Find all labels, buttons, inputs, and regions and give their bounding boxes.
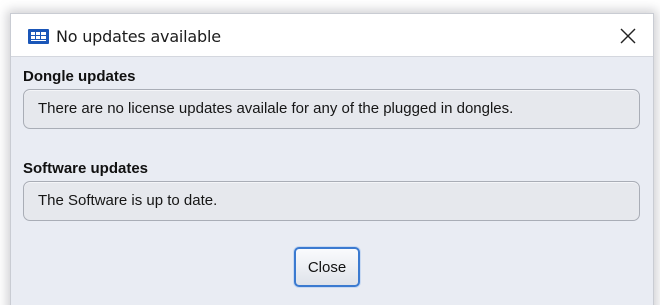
application-icon [28, 29, 49, 44]
screenshot-stage: No updates available Dongle updates Ther… [0, 0, 660, 305]
dongle-updates-message: There are no license updates availale fo… [38, 100, 514, 117]
software-updates-message: The Software is up to date. [38, 192, 218, 209]
close-icon[interactable] [617, 25, 639, 47]
software-updates-panel: The Software is up to date. [23, 181, 640, 221]
dongle-updates-panel: There are no license updates availale fo… [23, 89, 640, 129]
dongle-updates-heading: Dongle updates [23, 68, 136, 85]
close-button[interactable]: Close [294, 247, 360, 287]
title-bar: No updates available [11, 14, 653, 57]
dialog-window: No updates available Dongle updates Ther… [10, 13, 654, 305]
window-title: No updates available [56, 27, 221, 46]
software-updates-heading: Software updates [23, 160, 149, 177]
